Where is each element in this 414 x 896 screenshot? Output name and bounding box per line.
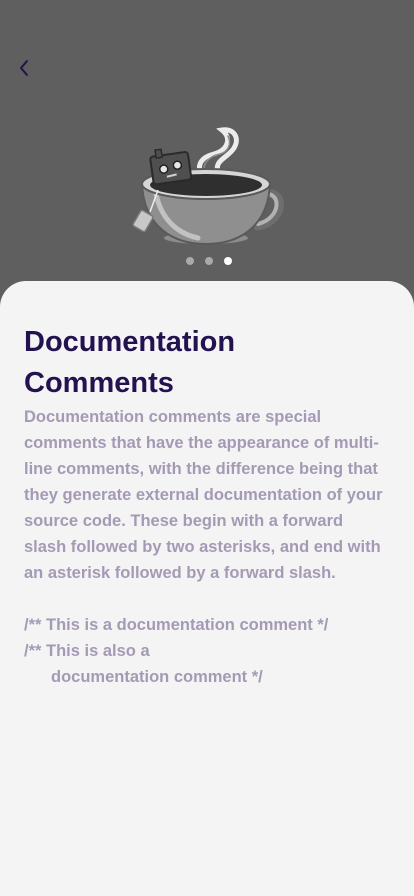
page-dot[interactable]: [205, 257, 213, 265]
page-title: Documentation Comments: [24, 326, 236, 399]
description-paragraph: Documentation comments are special comme…: [24, 408, 383, 582]
description: Documentation comments are special comme…: [24, 404, 384, 690]
code-example-line: /** This is a documentation comment */: [24, 616, 329, 634]
page-indicator: [0, 257, 414, 265]
code-example-line: documentation comment */: [51, 668, 263, 686]
page-dot-active[interactable]: [224, 257, 232, 265]
onboarding-screen: Documentation Comments Documentation com…: [0, 0, 414, 896]
page-dot[interactable]: [186, 257, 194, 265]
back-button[interactable]: [10, 54, 38, 82]
coffee-cup-robot-illustration: [132, 127, 284, 246]
code-example-line: /** This is also a: [24, 642, 150, 660]
chevron-left-icon: [20, 60, 28, 76]
